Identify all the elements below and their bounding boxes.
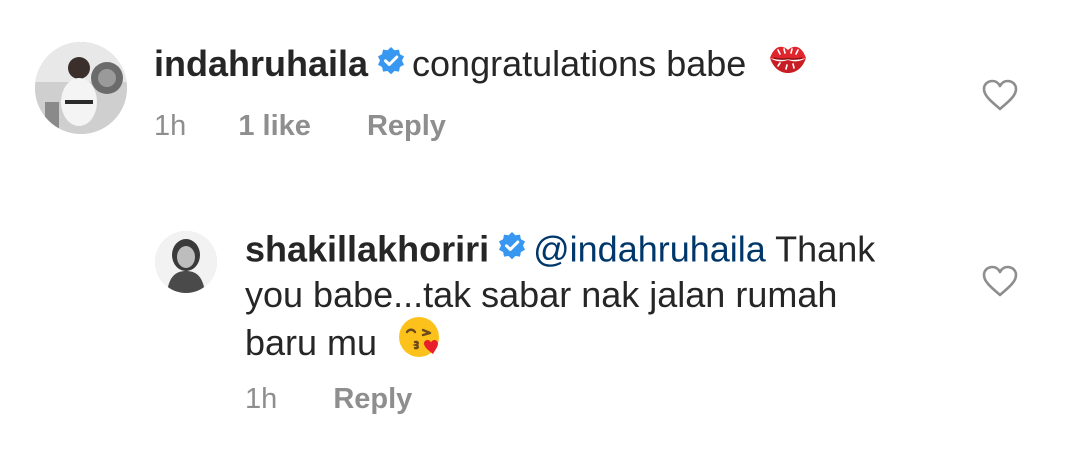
comment-2-username[interactable]: shakillakhoriri xyxy=(245,229,489,270)
comment-1-time[interactable]: 1h xyxy=(154,108,186,144)
comment-1-username[interactable]: indahruhaila xyxy=(154,43,368,84)
face-blowing-kiss-icon xyxy=(397,314,443,371)
verified-badge-icon xyxy=(497,226,527,272)
avatar-image xyxy=(155,231,217,293)
avatar-image xyxy=(35,42,127,134)
comment-2-line-2: you babe...tak sabar nak jalan rumah xyxy=(245,272,837,318)
avatar-shakillakhoriri[interactable] xyxy=(155,231,217,293)
comment-2-line-1: shakillakhoriri @indahruhaila Thank xyxy=(245,226,875,278)
comment-1-meta: 1h 1 like Reply xyxy=(154,108,446,144)
verified-badge-icon xyxy=(376,41,406,87)
comment-2-time[interactable]: 1h xyxy=(245,381,277,417)
avatar-indahruhaila[interactable] xyxy=(35,42,127,134)
comment-1-likes[interactable]: 1 like xyxy=(238,108,311,144)
comment-1-reply-button[interactable]: Reply xyxy=(367,108,446,144)
comment-2-line-3: baru mu xyxy=(245,314,443,377)
like-heart-icon[interactable] xyxy=(982,79,1018,116)
kiss-mark-icon xyxy=(766,40,810,87)
comment-1-text: congratulations babe xyxy=(412,43,747,85)
like-heart-icon[interactable] xyxy=(982,265,1018,302)
mention-link[interactable]: @indahruhaila xyxy=(533,229,766,270)
comment-2-text-line-3: baru mu xyxy=(245,322,378,364)
comment-1: indahruhaila congratulations babe 1h 1 li… xyxy=(0,0,1080,200)
comment-2-text-line-1: Thank xyxy=(775,228,876,270)
comment-2-text-line-2: you babe...tak sabar nak jalan rumah xyxy=(245,274,838,315)
comment-2-reply-button[interactable]: Reply xyxy=(333,381,412,417)
comment-2: shakillakhoriri @indahruhaila Thank you b… xyxy=(0,200,1080,455)
comment-2-meta: 1h Reply xyxy=(245,381,412,417)
comment-1-line: indahruhaila congratulations babe xyxy=(154,40,810,93)
